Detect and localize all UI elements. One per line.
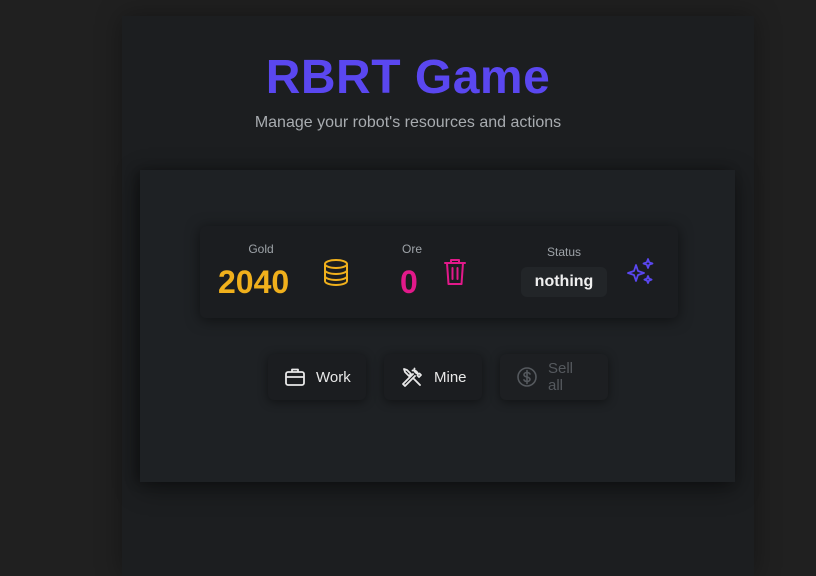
- tools-icon: [400, 365, 424, 389]
- gold-label: Gold: [248, 242, 274, 256]
- work-button[interactable]: Work: [268, 354, 366, 400]
- page-title: RBRT Game: [265, 51, 551, 104]
- ore-label: Ore: [401, 242, 422, 256]
- work-button-label: Work: [316, 368, 351, 386]
- gold-value: 2040: [218, 264, 290, 300]
- sparkles-icon: [625, 257, 657, 294]
- mine-button[interactable]: Mine: [384, 354, 482, 400]
- sell-all-button[interactable]: Sell all: [500, 354, 608, 400]
- status-badge: nothing: [521, 267, 607, 297]
- mine-button-label: Mine: [434, 368, 467, 386]
- game-panel: [140, 170, 735, 482]
- dollar-circle-icon: [516, 366, 538, 388]
- coins-icon: [322, 257, 350, 294]
- page-subtitle: Manage your robot's resources and action…: [254, 114, 562, 131]
- sell-all-button-label: Sell all: [548, 360, 574, 394]
- status-label: Status: [546, 245, 582, 259]
- trash-icon: [442, 257, 468, 292]
- briefcase-icon: [284, 366, 306, 388]
- ore-value: 0: [400, 264, 418, 300]
